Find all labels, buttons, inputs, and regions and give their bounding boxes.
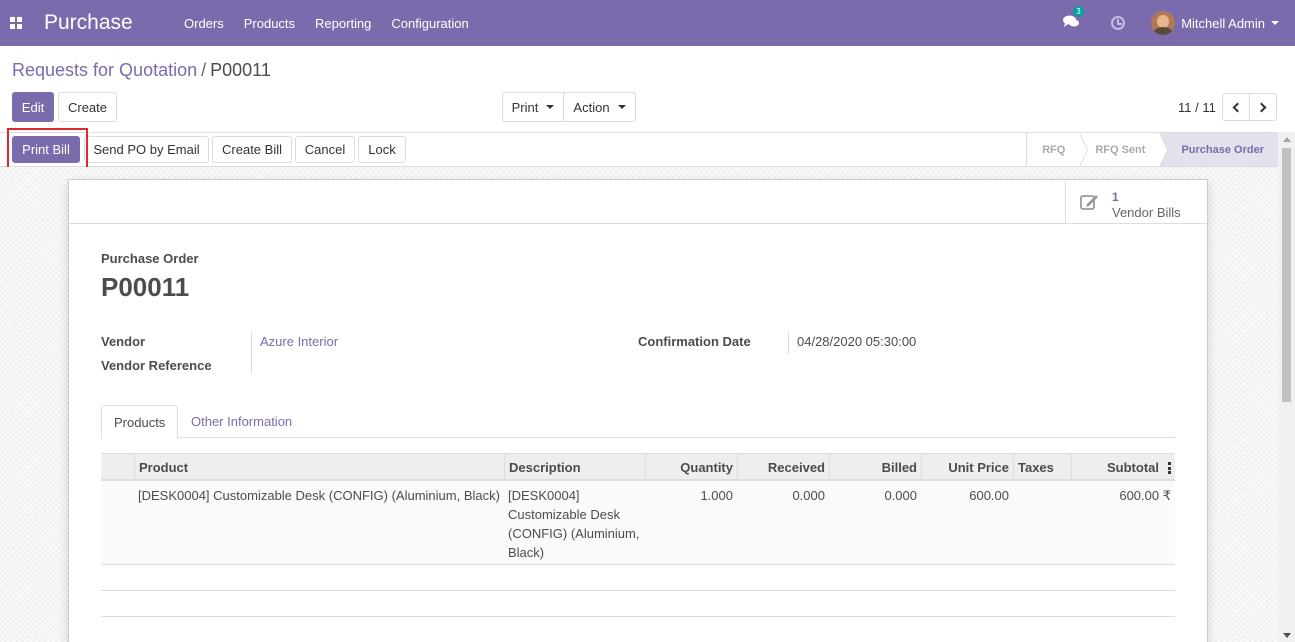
vendor-label: Vendor — [101, 334, 146, 349]
caret-down-icon — [617, 105, 626, 109]
confirmation-date-field[interactable]: 04/28/2020 05:30:00 — [797, 334, 916, 349]
chevron-right-icon — [1256, 102, 1267, 112]
field-divider — [251, 332, 252, 374]
scroll-down-arrow-icon[interactable] — [1283, 633, 1291, 638]
edit-button[interactable]: Edit — [12, 92, 54, 122]
highlight-annotation-box — [7, 128, 88, 171]
create-bill-button[interactable]: Create Bill — [212, 136, 292, 163]
record-name: P00011 — [101, 272, 190, 302]
pager-previous-button[interactable] — [1222, 93, 1250, 121]
notebook-tabs: Products Other Information — [101, 405, 1175, 439]
action-dropdown-label: Action — [573, 99, 610, 115]
messaging-menu[interactable]: 3 — [1063, 6, 1084, 31]
vendor-bills-label: Vendor Bills — [1112, 205, 1181, 220]
record-type-label: Purchase Order — [101, 251, 199, 266]
top-navbar: Purchase Orders Products Reporting Confi… — [0, 0, 1295, 46]
status-stages: RFQ RFQ Sent Purchase Order — [1026, 133, 1278, 167]
stage-rfq-sent[interactable]: RFQ Sent — [1079, 133, 1169, 167]
order-lines-table: Product Description Quantity Received Bi… — [101, 453, 1175, 617]
vendor-reference-label: Vendor Reference — [101, 358, 212, 373]
activity-clock-icon[interactable] — [1111, 16, 1126, 30]
column-received[interactable]: Received — [737, 454, 829, 481]
column-subtotal[interactable]: Subtotal — [1071, 454, 1175, 481]
smart-button-box: 1 Vendor Bills — [69, 180, 1207, 224]
chat-count-badge: 3 — [1073, 6, 1084, 17]
confirmation-date-label: Confirmation Date — [638, 334, 751, 349]
main-menu: Orders Products Reporting Configuration — [174, 16, 479, 31]
menu-item-products[interactable]: Products — [234, 16, 305, 31]
column-billed[interactable]: Billed — [829, 454, 921, 481]
vendor-field[interactable]: Azure Interior — [260, 334, 338, 349]
menu-item-reporting[interactable]: Reporting — [305, 16, 381, 31]
print-dropdown[interactable]: Print — [502, 92, 564, 122]
column-product[interactable]: Product — [134, 454, 504, 481]
pager-next-button[interactable] — [1249, 93, 1277, 121]
column-description[interactable]: Description — [504, 454, 645, 481]
pencil-square-icon — [1080, 195, 1098, 210]
tab-other-information[interactable]: Other Information — [179, 405, 304, 438]
navbar-systray: 3 Mitchell Admin — [1063, 0, 1295, 46]
user-menu-name[interactable]: Mitchell Admin — [1181, 16, 1265, 31]
apps-grid-icon — [10, 17, 22, 29]
avatar[interactable] — [1151, 11, 1176, 35]
breadcrumb-current: P00011 — [210, 60, 271, 80]
scroll-up-arrow-icon[interactable] — [1283, 137, 1291, 142]
cell-product[interactable]: [DESK0004] Customizable Desk (CONFIG) (A… — [134, 486, 504, 505]
breadcrumb-parent[interactable]: Requests for Quotation — [12, 60, 197, 80]
table-row[interactable]: [DESK0004] Customizable Desk (CONFIG) (A… — [101, 481, 1175, 565]
optional-columns-icon[interactable] — [1168, 462, 1171, 474]
column-quantity[interactable]: Quantity — [645, 454, 737, 481]
print-dropdown-label: Print — [511, 99, 539, 115]
vendor-bills-smart-button[interactable]: 1 Vendor Bills — [1065, 180, 1207, 223]
menu-item-configuration[interactable]: Configuration — [381, 16, 478, 31]
cancel-button[interactable]: Cancel — [295, 136, 355, 163]
column-taxes[interactable]: Taxes — [1013, 454, 1071, 481]
action-dropdown[interactable]: Action — [563, 92, 636, 122]
create-button[interactable]: Create — [58, 92, 117, 122]
cell-unit-price[interactable]: 600.00 — [921, 486, 1013, 505]
cell-received[interactable]: 0.000 — [737, 486, 829, 505]
column-unit-price[interactable]: Unit Price — [921, 454, 1013, 481]
form-statusbar: Print Bill Send PO by Email Create Bill … — [0, 132, 1278, 167]
empty-table-row — [101, 565, 1175, 591]
cell-quantity[interactable]: 1.000 — [645, 486, 737, 505]
apps-menu-button[interactable] — [0, 0, 24, 46]
stage-purchase-order[interactable]: Purchase Order — [1159, 133, 1278, 166]
cell-billed[interactable]: 0.000 — [829, 486, 921, 505]
pager-value[interactable]: 11 / 11 — [1178, 100, 1216, 115]
cell-subtotal: 600.00 ₹ — [1119, 488, 1171, 503]
tab-products[interactable]: Products — [101, 405, 179, 439]
chevron-left-icon — [1232, 102, 1243, 112]
table-header: Product Description Quantity Received Bi… — [101, 453, 1175, 481]
breadcrumb: Requests for Quotation / P00011 — [12, 60, 271, 81]
empty-table-row — [101, 591, 1175, 617]
vendor-bills-count: 1 — [1112, 190, 1119, 204]
chevron-down-icon[interactable] — [1271, 21, 1279, 25]
stage-rfq[interactable]: RFQ — [1027, 133, 1089, 167]
send-po-by-email-button[interactable]: Send PO by Email — [84, 136, 209, 163]
breadcrumb-separator: / — [201, 60, 207, 80]
cell-description[interactable]: [DESK0004] Customizable Desk (CONFIG) (A… — [504, 486, 645, 562]
lock-button[interactable]: Lock — [358, 136, 406, 163]
scrollbar-thumb[interactable] — [1282, 148, 1291, 402]
menu-item-orders[interactable]: Orders — [174, 16, 234, 31]
caret-down-icon — [546, 105, 555, 109]
form-sheet: 1 Vendor Bills Purchase Order P00011 Ven… — [68, 179, 1208, 642]
app-title: Purchase — [44, 11, 133, 34]
field-divider — [788, 332, 789, 354]
page-scrollbar[interactable] — [1278, 132, 1295, 642]
